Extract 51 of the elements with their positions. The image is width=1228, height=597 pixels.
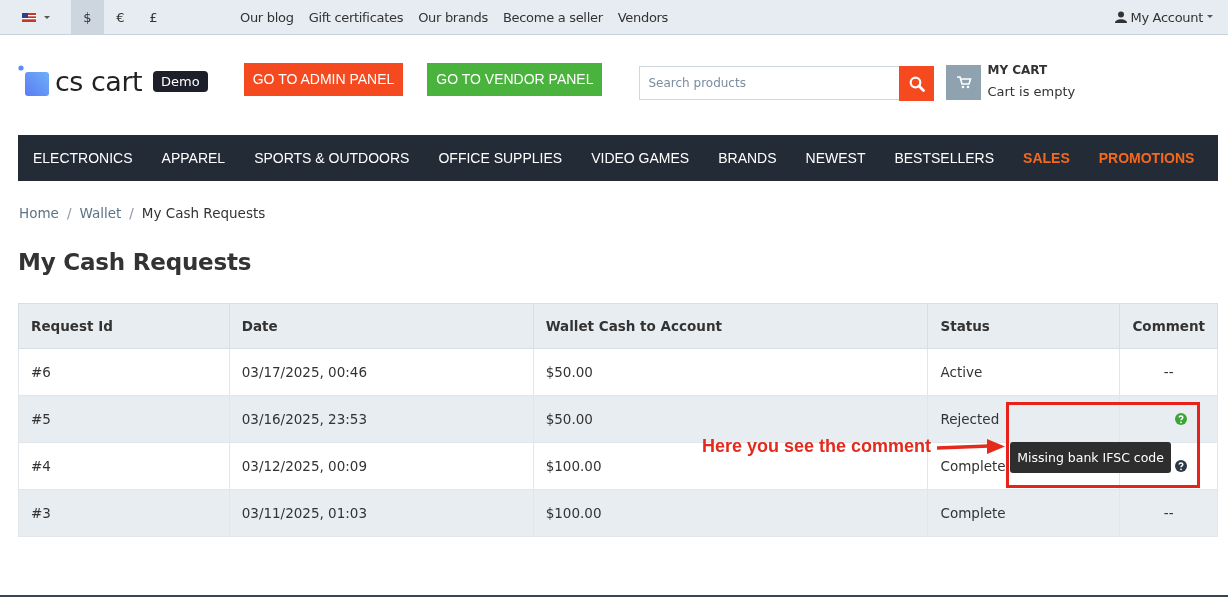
table-cell: #5 [18, 395, 230, 443]
column-header: Status [928, 303, 1120, 349]
table-cell: #6 [18, 348, 230, 396]
menu-item[interactable]: OFFICE SUPPLIES [438, 150, 563, 166]
column-header: Comment [1119, 303, 1218, 349]
page-title: My Cash Requests [18, 249, 253, 275]
column-header: Date [229, 303, 534, 349]
menu-item[interactable]: VIDEO GAMES [591, 150, 690, 166]
account-menu[interactable]: My Account [1115, 9, 1214, 25]
menu-item[interactable]: NEWEST [805, 150, 866, 166]
search-field[interactable]: Search products [639, 66, 900, 100]
breadcrumb-link[interactable]: Home [19, 205, 59, 221]
table-cell: Complete [928, 489, 1120, 537]
table-cell: 03/12/2025, 00:09 [229, 442, 534, 490]
top-link[interactable]: Become a seller [502, 9, 603, 25]
table-cell: #4 [18, 442, 230, 490]
breadcrumb-link[interactable]: Wallet [79, 205, 122, 221]
table-cell: $100.00 [533, 489, 928, 537]
currency-option[interactable]: € [104, 0, 137, 34]
column-header: Wallet Cash to Account [533, 303, 928, 349]
menu-item[interactable]: BRANDS [718, 150, 777, 166]
currency-option[interactable]: $ [71, 0, 104, 34]
tooltip: Missing bank IFSC code [1010, 442, 1171, 473]
cart-status: Cart is empty [987, 82, 1076, 101]
column-header: Request Id [18, 303, 230, 349]
top-link[interactable]: Our blog [240, 9, 294, 25]
table-cell: 03/17/2025, 00:46 [229, 348, 534, 396]
table-cell: -- [1163, 505, 1174, 521]
menu-item[interactable]: SPORTS & OUTDOORS [254, 150, 410, 166]
table-cell: 03/11/2025, 01:03 [229, 489, 534, 537]
top-link[interactable]: Vendors [617, 9, 669, 25]
top-link[interactable]: Our brands [418, 9, 488, 25]
admin-panel-button[interactable]: GO TO ADMIN PANEL [243, 62, 404, 96]
table-cell: $50.00 [533, 348, 928, 396]
menu-item[interactable]: SALES [1023, 150, 1070, 166]
breadcrumb-separator: / [66, 205, 72, 221]
menu-item[interactable]: PROMOTIONS [1098, 150, 1195, 166]
demo-badge: Demo [153, 70, 208, 92]
menu-item[interactable]: APPAREL [161, 150, 226, 166]
table-cell: -- [1163, 364, 1174, 380]
menu-item[interactable]: BESTSELLERS [894, 150, 995, 166]
breadcrumb-separator: / [129, 205, 134, 221]
cart-title[interactable]: MY CART [987, 58, 1076, 81]
logo-text[interactable]: cs cart [55, 65, 143, 97]
currency-option[interactable]: £ [137, 0, 170, 34]
table-cell: #3 [18, 489, 230, 537]
table-cell: Active [928, 348, 1120, 396]
table-cell: 03/16/2025, 23:53 [229, 395, 534, 443]
breadcrumb-current: My Cash Requests [141, 205, 266, 221]
menu-item[interactable]: ELECTRONICS [33, 150, 133, 166]
top-link[interactable]: Gift certificates [308, 9, 404, 25]
